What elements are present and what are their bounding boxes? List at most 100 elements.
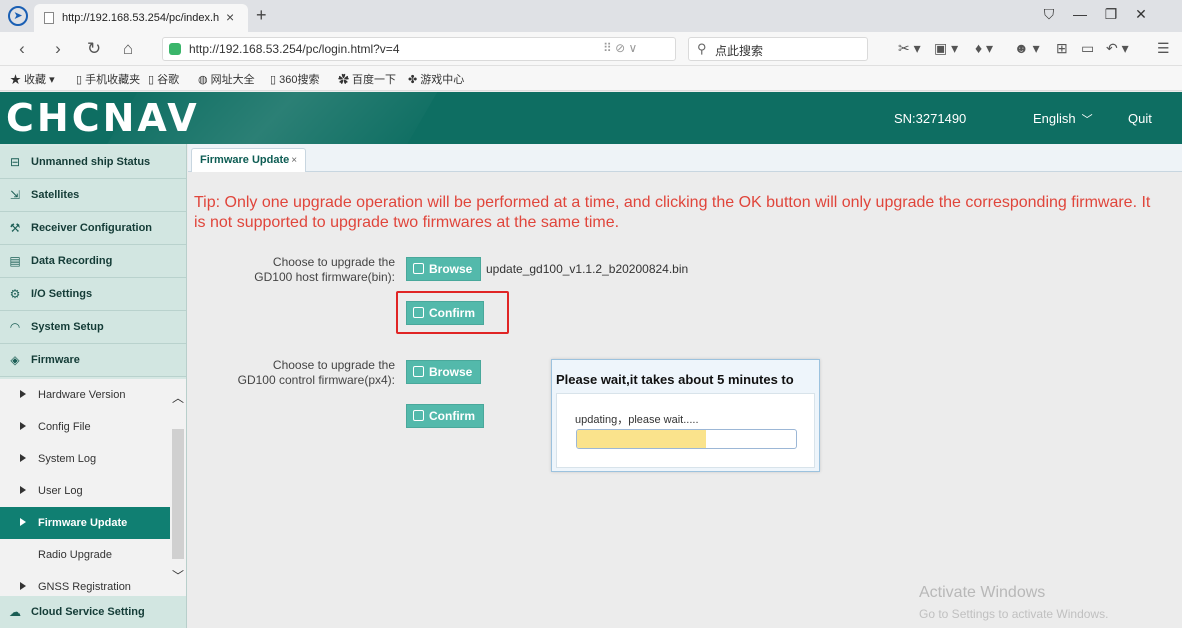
tab-firmware-update[interactable]: Firmware Update × — [191, 148, 307, 172]
sidebar-item-firmware[interactable]: ◈ Firmware — [0, 344, 186, 377]
menu-icon[interactable]: ☰ — [1157, 40, 1170, 57]
submenu-item-firmware-update[interactable]: Firmware Update — [0, 507, 170, 539]
caret-right-icon — [20, 518, 26, 526]
caret-right-icon — [20, 422, 26, 430]
sidebar-item-satellites[interactable]: ⇲ Satellites — [0, 179, 186, 212]
home-button[interactable]: ⌂ — [118, 39, 138, 59]
maximize-button[interactable]: ❐ — [1101, 6, 1121, 23]
control-confirm-button[interactable]: Confirm — [406, 404, 484, 428]
sidebar-item-label: Data Recording — [31, 255, 113, 267]
submenu-item-config-file[interactable]: Config File — [0, 411, 170, 443]
game-icon[interactable]: ☻ ▾ — [1014, 40, 1040, 57]
undo-icon[interactable]: ↶ ▾ — [1106, 40, 1129, 57]
brand-logo: CHCNAV — [6, 96, 200, 140]
bookmark-baidu[interactable]: ✿ 百度一下 — [338, 71, 396, 87]
bookmark-mobile[interactable]: ▯ 手机收藏夹 — [76, 71, 140, 87]
close-window-button[interactable]: ✕ — [1131, 6, 1151, 23]
sidebar-item-system-setup[interactable]: ◠ System Setup — [0, 311, 186, 344]
progress-dialog: Please wait,it takes about 5 minutes to … — [551, 359, 820, 472]
translate-icon[interactable]: ▣ ▾ — [934, 40, 958, 57]
control-browse-button[interactable]: Browse — [406, 360, 482, 384]
app-header: CHCNAV SN:3271490 English ﹀ Quit — [0, 92, 1182, 144]
confirm-icon — [413, 410, 424, 421]
sidebar: ⊟ Unmanned ship Status ⇲ Satellites ⚒ Re… — [0, 144, 187, 628]
host-firmware-label-line1: Choose to upgrade the — [272, 255, 395, 269]
submenu-item-user-log[interactable]: User Log — [0, 475, 170, 507]
browser-logo-icon[interactable]: ➤ — [8, 6, 28, 26]
coupon-icon[interactable]: ♦ ▾ — [975, 40, 993, 57]
host-file-name: update_gd100_v1.1.2_b20200824.bin — [486, 262, 689, 276]
close-icon[interactable]: × — [291, 155, 297, 166]
submenu-item-label: Radio Upgrade — [38, 549, 112, 561]
submenu-item-radio-upgrade[interactable]: Radio Upgrade — [0, 539, 170, 571]
sidebar-item-cloud-service-setting[interactable]: ☁ Cloud Service Setting — [0, 596, 186, 628]
layers-icon: ◈ — [10, 353, 20, 367]
host-browse-label: Browse — [429, 262, 473, 276]
firmware-submenu: Hardware Version Config File System Log … — [0, 379, 186, 596]
tab-close-icon[interactable]: × — [226, 9, 234, 25]
sidebar-item-io-settings[interactable]: ⚙ I/O Settings — [0, 278, 186, 311]
submenu-item-system-log[interactable]: System Log — [0, 443, 170, 475]
wifi-icon: ◠ — [9, 320, 21, 334]
sidebar-item-label: I/O Settings — [31, 288, 93, 300]
url-text: http://192.168.53.254/pc/login.html?v=4 — [189, 42, 400, 56]
bookmark-favorites[interactable]: ★ 收藏 ▾ — [10, 71, 55, 87]
address-bar-row: ‹ › ↻ ⌂ http://192.168.53.254/pc/login.h… — [0, 32, 1182, 66]
minimize-button[interactable]: — — [1070, 6, 1090, 22]
control-confirm-label: Confirm — [429, 409, 475, 423]
bookmark-nav[interactable]: ◍ 网址大全 — [198, 71, 255, 87]
tip-text: Tip: Only one upgrade operation will be … — [194, 194, 1151, 231]
apps-icon[interactable]: ⊞ — [1056, 40, 1068, 57]
control-firmware-label: Choose to upgrade the GD100 control firm… — [195, 358, 395, 388]
control-firmware-label-line1: Choose to upgrade the — [272, 358, 395, 372]
sidebar-item-receiver-configuration[interactable]: ⚒ Receiver Configuration — [0, 212, 186, 245]
submenu-item-gnss-registration[interactable]: GNSS Registration — [0, 571, 170, 596]
media-icon[interactable]: ▭ — [1081, 40, 1094, 57]
list-icon: ▤ — [9, 254, 21, 268]
satellite-icon: ⇲ — [9, 188, 21, 202]
sidebar-item-label: System Setup — [31, 321, 104, 333]
sidebar-item-unmanned-ship-status[interactable]: ⊟ Unmanned ship Status — [0, 146, 186, 179]
skin-icon[interactable]: ⛉ — [1039, 6, 1059, 23]
search-input[interactable]: ⚲ 点此搜索 — [688, 37, 868, 61]
language-label: English — [1033, 111, 1076, 126]
bookmark-games[interactable]: ✤ 游戏中心 — [408, 71, 464, 87]
gear-icon: ⚙ — [9, 287, 21, 301]
scroll-up-icon[interactable]: ︿ — [172, 389, 184, 406]
serial-number: SN:3271490 — [894, 111, 967, 126]
scroll-down-icon[interactable]: ﹀ — [172, 567, 184, 584]
scrollbar-thumb[interactable] — [172, 429, 184, 559]
caret-right-icon — [20, 454, 26, 462]
file-icon — [413, 366, 424, 377]
host-confirm-label: Confirm — [429, 306, 475, 320]
sidebar-item-label: Cloud Service Setting — [31, 606, 145, 618]
host-confirm-button[interactable]: Confirm — [406, 301, 484, 325]
forward-button[interactable]: › — [48, 39, 68, 59]
sidebar-item-label: Receiver Configuration — [31, 222, 153, 234]
submenu-item-hardware-version[interactable]: Hardware Version — [0, 379, 170, 411]
new-tab-button[interactable]: + — [256, 5, 267, 26]
page-icon — [44, 12, 54, 24]
dialog-body: updating，please wait..... — [556, 393, 815, 468]
submenu-item-label: System Log — [38, 453, 97, 465]
shield-icon — [169, 43, 181, 55]
url-tools-icon[interactable]: ⠿ ⊘ ∨ — [603, 41, 637, 55]
bookmark-360[interactable]: ▯ 360搜索 — [270, 71, 319, 87]
cloud-icon: ☁ — [9, 605, 21, 619]
browser-tab[interactable]: http://192.168.53.254/pc/index.h × — [34, 4, 248, 32]
progress-bar — [576, 429, 797, 449]
language-select[interactable]: English ﹀ — [1033, 111, 1093, 127]
chevron-down-icon: ﹀ — [1081, 114, 1093, 126]
sidebar-item-data-recording[interactable]: ▤ Data Recording — [0, 245, 186, 278]
control-browse-label: Browse — [429, 365, 473, 379]
screenshot-icon[interactable]: ✂ ▾ — [898, 40, 921, 57]
bookmarks-bar: ★ 收藏 ▾ ▯ 手机收藏夹 ▯ 谷歌 ◍ 网址大全 ▯ 360搜索 ✿ 百度一… — [0, 66, 1182, 91]
ship-icon: ⊟ — [9, 155, 21, 169]
submenu-item-label: User Log — [38, 485, 83, 497]
quit-button[interactable]: Quit — [1128, 111, 1152, 126]
host-browse-button[interactable]: Browse — [406, 257, 482, 281]
url-input[interactable]: http://192.168.53.254/pc/login.html?v=4 … — [162, 37, 676, 61]
back-button[interactable]: ‹ — [12, 39, 32, 59]
refresh-button[interactable]: ↻ — [84, 39, 104, 59]
bookmark-google[interactable]: ▯ 谷歌 — [148, 71, 179, 87]
